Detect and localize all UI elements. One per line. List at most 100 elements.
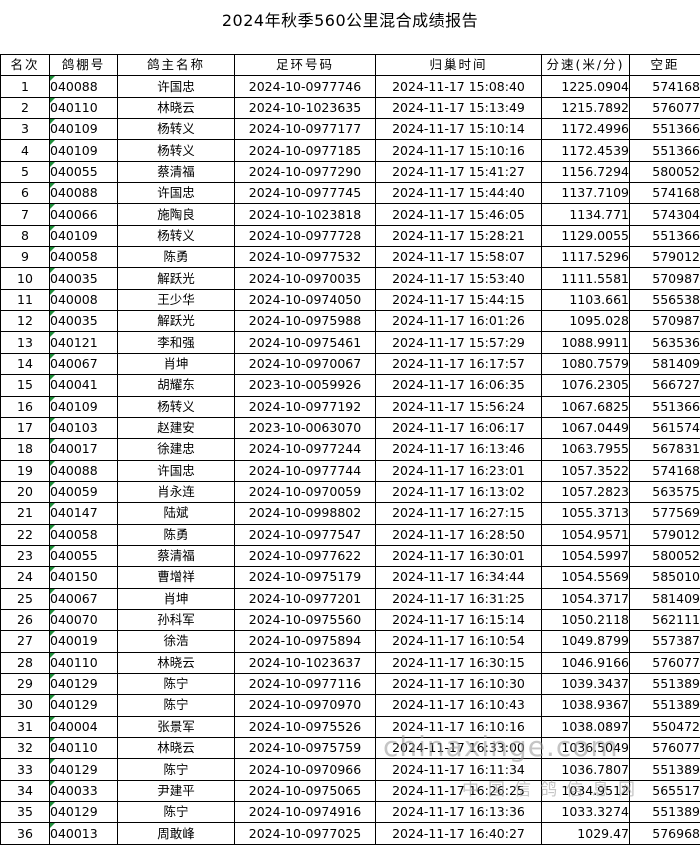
cell-ring-number: 2024-10-1023635: [235, 97, 376, 118]
table-row: 6040088许国忠2024-10-09777452024-11-17 15:4…: [1, 183, 700, 204]
cell-speed: 1111.5581: [542, 268, 630, 289]
cell-owner: 林晓云: [118, 738, 235, 759]
cell-owner: 胡耀东: [118, 375, 235, 396]
cell-rank: 26: [1, 609, 50, 630]
cell-arrival-time: 2024-11-17 16:06:17: [376, 417, 542, 438]
cell-rank: 35: [1, 802, 50, 823]
cell-rank: 21: [1, 503, 50, 524]
cell-rank: 1: [1, 76, 50, 97]
cell-rank: 22: [1, 524, 50, 545]
cell-distance: 580052: [630, 545, 700, 566]
cell-ring-number: 2024-10-0977201: [235, 588, 376, 609]
cell-rank: 36: [1, 823, 50, 844]
table-row: 17040103赵建安2023-10-00630702024-11-17 16:…: [1, 417, 700, 438]
table-row: 14040067肖坤2024-10-09700672024-11-17 16:1…: [1, 353, 700, 374]
cell-speed: 1080.7579: [542, 353, 630, 374]
cell-loft-id: 040121: [50, 332, 118, 353]
cell-owner: 孙科军: [118, 609, 235, 630]
cell-ring-number: 2024-10-0975894: [235, 631, 376, 652]
col-header-owner: 鸽主名称: [118, 55, 235, 76]
table-row: 31040004张景军2024-10-09755262024-11-17 16:…: [1, 716, 700, 737]
cell-arrival-time: 2024-11-17 16:10:54: [376, 631, 542, 652]
cell-owner: 张景军: [118, 716, 235, 737]
cell-ring-number: 2024-10-0977622: [235, 545, 376, 566]
table-row: 33040129陈宁2024-10-09709662024-11-17 16:1…: [1, 759, 700, 780]
table-row: 25040067肖坤2024-10-09772012024-11-17 16:3…: [1, 588, 700, 609]
cell-owner: 陈宁: [118, 759, 235, 780]
cell-distance: 551366: [630, 225, 700, 246]
table-row: 4040109杨转义2024-10-09771852024-11-17 15:1…: [1, 140, 700, 161]
cell-owner: 杨转义: [118, 225, 235, 246]
table-row: 9040058陈勇2024-10-09775322024-11-17 15:58…: [1, 247, 700, 268]
cell-arrival-time: 2024-11-17 16:10:30: [376, 673, 542, 694]
cell-ring-number: 2024-10-1023637: [235, 652, 376, 673]
cell-loft-id: 040058: [50, 524, 118, 545]
cell-arrival-time: 2024-11-17 16:13:02: [376, 481, 542, 502]
cell-distance: 551366: [630, 119, 700, 140]
cell-speed: 1054.5569: [542, 567, 630, 588]
cell-ring-number: 2024-10-0975759: [235, 738, 376, 759]
cell-owner: 许国忠: [118, 76, 235, 97]
cell-arrival-time: 2024-11-17 16:31:25: [376, 588, 542, 609]
cell-owner: 王少华: [118, 289, 235, 310]
table-row: 16040109杨转义2024-10-09771922024-11-17 15:…: [1, 396, 700, 417]
cell-rank: 24: [1, 567, 50, 588]
cell-owner: 陈宁: [118, 695, 235, 716]
cell-ring-number: 2024-10-0977745: [235, 183, 376, 204]
cell-arrival-time: 2024-11-17 16:34:44: [376, 567, 542, 588]
cell-distance: 579012: [630, 247, 700, 268]
cell-ring-number: 2024-10-0977244: [235, 439, 376, 460]
cell-ring-number: 2024-10-0977547: [235, 524, 376, 545]
cell-loft-id: 040109: [50, 119, 118, 140]
cell-arrival-time: 2024-11-17 15:08:40: [376, 76, 542, 97]
cell-speed: 1137.7109: [542, 183, 630, 204]
cell-ring-number: 2023-10-0059926: [235, 375, 376, 396]
cell-arrival-time: 2024-11-17 16:26:25: [376, 780, 542, 801]
cell-loft-id: 040004: [50, 716, 118, 737]
cell-loft-id: 040066: [50, 204, 118, 225]
table-row: 12040035解跃光2024-10-09759882024-11-17 16:…: [1, 311, 700, 332]
report-title: 2024年秋季560公里混合成绩报告: [0, 7, 700, 31]
cell-ring-number: 2024-10-0977290: [235, 161, 376, 182]
cell-speed: 1067.6825: [542, 396, 630, 417]
cell-speed: 1063.7955: [542, 439, 630, 460]
cell-loft-id: 040008: [50, 289, 118, 310]
cell-ring-number: 2024-10-0975988: [235, 311, 376, 332]
cell-rank: 20: [1, 481, 50, 502]
cell-ring-number: 2024-10-0970966: [235, 759, 376, 780]
cell-arrival-time: 2024-11-17 15:13:49: [376, 97, 542, 118]
table-row: 29040129陈宁2024-10-09771162024-11-17 16:1…: [1, 673, 700, 694]
cell-loft-id: 040109: [50, 396, 118, 417]
cell-rank: 29: [1, 673, 50, 694]
cell-distance: 550472: [630, 716, 700, 737]
cell-loft-id: 040110: [50, 652, 118, 673]
cell-arrival-time: 2024-11-17 16:10:43: [376, 695, 542, 716]
cell-loft-id: 040147: [50, 503, 118, 524]
cell-owner: 林晓云: [118, 97, 235, 118]
cell-owner: 许国忠: [118, 460, 235, 481]
cell-rank: 27: [1, 631, 50, 652]
cell-ring-number: 2024-10-0977532: [235, 247, 376, 268]
cell-speed: 1103.661: [542, 289, 630, 310]
cell-distance: 551389: [630, 695, 700, 716]
cell-rank: 3: [1, 119, 50, 140]
table-row: 27040019徐浩2024-10-09758942024-11-17 16:1…: [1, 631, 700, 652]
cell-rank: 4: [1, 140, 50, 161]
cell-loft-id: 040103: [50, 417, 118, 438]
col-header-rank: 名次: [1, 55, 50, 76]
cell-loft-id: 040129: [50, 695, 118, 716]
cell-loft-id: 040067: [50, 353, 118, 374]
cell-speed: 1036.7807: [542, 759, 630, 780]
cell-speed: 1050.2118: [542, 609, 630, 630]
cell-arrival-time: 2024-11-17 16:10:16: [376, 716, 542, 737]
table-row: 3040109杨转义2024-10-09771772024-11-17 15:1…: [1, 119, 700, 140]
cell-distance: 577569: [630, 503, 700, 524]
table-row: 23040055蔡清福2024-10-09776222024-11-17 16:…: [1, 545, 700, 566]
cell-speed: 1076.2305: [542, 375, 630, 396]
cell-rank: 30: [1, 695, 50, 716]
cell-ring-number: 2024-10-0977025: [235, 823, 376, 844]
cell-speed: 1034.9512: [542, 780, 630, 801]
cell-owner: 解跃光: [118, 268, 235, 289]
cell-arrival-time: 2024-11-17 16:23:01: [376, 460, 542, 481]
cell-ring-number: 2024-10-0977744: [235, 460, 376, 481]
